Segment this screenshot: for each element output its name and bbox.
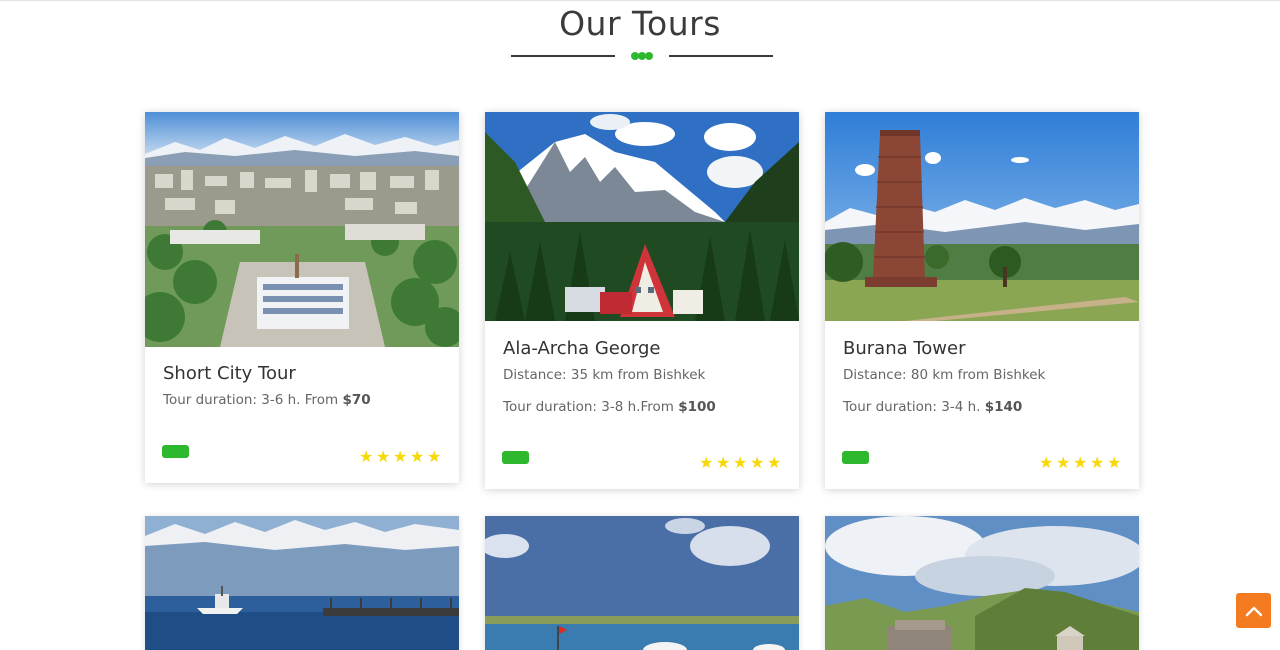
tour-card-burana-tower[interactable]: Burana Tower Distance: 80 km from Bishke… (825, 112, 1139, 489)
divider-line-right (669, 55, 773, 57)
star-rating: ★ ★ ★ ★ ★ (1039, 453, 1122, 472)
tour-image-issyk-kul-lake[interactable] (145, 516, 459, 650)
tour-card-ala-archa[interactable]: Ala-Archa George Distance: 35 km from Bi… (485, 112, 799, 489)
scroll-to-top-button[interactable] (1236, 593, 1271, 628)
tour-title[interactable]: Ala-Archa George (503, 338, 660, 359)
tour-card-issyk-kul[interactable] (145, 516, 459, 650)
tour-title[interactable]: Short City Tour (163, 363, 296, 384)
tour-duration: Tour duration: 3-4 h. $140 (843, 399, 1023, 415)
tour-image-tash-rabat[interactable] (825, 516, 1139, 650)
title-divider (511, 50, 773, 62)
tour-duration: Tour duration: 3-8 h.From $100 (503, 399, 716, 415)
star-icon: ★ (1039, 453, 1054, 472)
star-icon: ★ (393, 447, 408, 466)
star-icon: ★ (410, 447, 425, 466)
status-badge (842, 451, 869, 464)
tour-card-short-city[interactable]: Short City Tour Tour duration: 3-6 h. Fr… (145, 112, 459, 483)
star-icon: ★ (767, 453, 782, 472)
star-icon: ★ (1090, 453, 1105, 472)
status-badge (162, 445, 189, 458)
tour-card-tash-rabat[interactable] (825, 516, 1139, 650)
star-icon: ★ (1107, 453, 1122, 472)
star-rating: ★ ★ ★ ★ ★ (699, 453, 782, 472)
section-title: Our Tours (559, 4, 721, 43)
chevron-up-icon (1245, 606, 1262, 616)
tour-duration: Tour duration: 3-6 h. From $70 (163, 392, 371, 408)
star-icon: ★ (1073, 453, 1088, 472)
tour-distance: Distance: 80 km from Bishkek (843, 367, 1046, 383)
star-icon: ★ (733, 453, 748, 472)
star-icon: ★ (427, 447, 442, 466)
star-icon: ★ (699, 453, 714, 472)
tour-title[interactable]: Burana Tower (843, 338, 966, 359)
star-icon: ★ (1056, 453, 1071, 472)
star-icon: ★ (716, 453, 731, 472)
tour-image-burana-tower[interactable] (825, 112, 1139, 321)
tour-card-song-kul[interactable] (485, 516, 799, 650)
star-icon: ★ (750, 453, 765, 472)
top-border (0, 0, 1280, 1)
dots-divider-icon (631, 52, 653, 60)
divider-line-left (511, 55, 615, 57)
star-icon: ★ (359, 447, 374, 466)
tour-image-ala-archa[interactable] (485, 112, 799, 321)
tour-image-song-kul-lake[interactable] (485, 516, 799, 650)
star-icon: ★ (376, 447, 391, 466)
star-rating: ★ ★ ★ ★ ★ (359, 447, 442, 466)
tour-distance: Distance: 35 km from Bishkek (503, 367, 706, 383)
tour-image-bishkek-city[interactable] (145, 112, 459, 347)
status-badge (502, 451, 529, 464)
